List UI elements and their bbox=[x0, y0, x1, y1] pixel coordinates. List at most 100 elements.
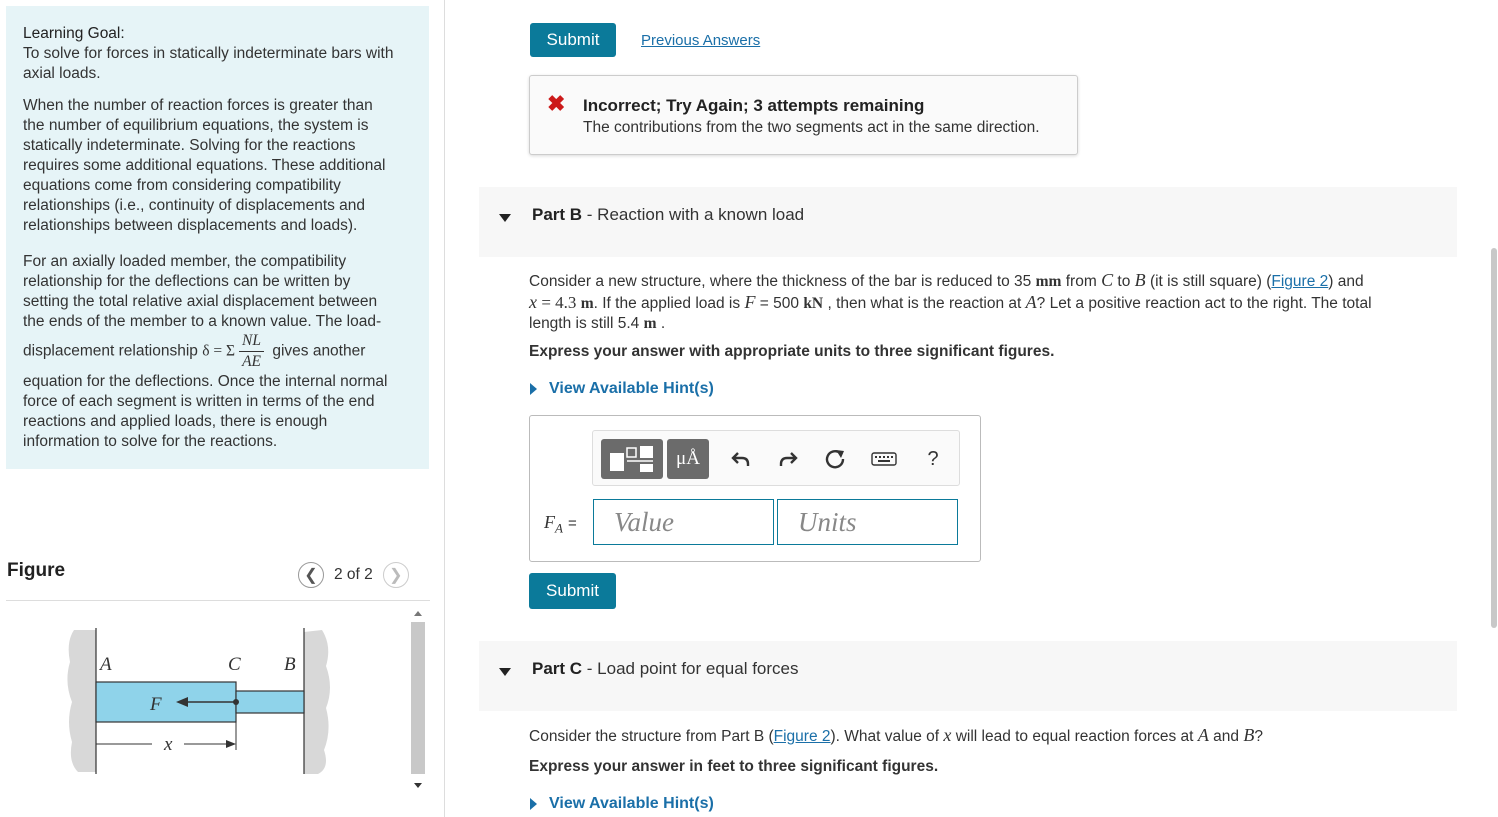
para3-line: equation for the deflections. Once the i… bbox=[23, 373, 388, 390]
feedback-box: ✖ Incorrect; Try Again; 3 attempts remai… bbox=[529, 75, 1078, 155]
scroll-down-icon bbox=[414, 782, 422, 788]
undo-icon[interactable] bbox=[727, 445, 755, 473]
q-text: ). What value of bbox=[830, 728, 940, 745]
left-wall bbox=[67, 630, 96, 772]
q-var: x bbox=[529, 292, 537, 312]
formula-prefix: displacement relationship bbox=[23, 342, 198, 360]
figure-title: Figure bbox=[7, 560, 66, 581]
label-b: B bbox=[284, 654, 296, 675]
page-scroll-up[interactable] bbox=[1490, 30, 1498, 38]
q-var: A bbox=[1197, 725, 1209, 745]
part-b-header[interactable]: Part B - Reaction with a known load bbox=[479, 187, 1457, 257]
q-text: = 500 bbox=[759, 295, 799, 312]
part-c-instruction: Express your answer in feet to three sig… bbox=[529, 758, 939, 775]
column-divider bbox=[444, 0, 445, 817]
hint-label: View Available Hint(s) bbox=[549, 380, 714, 397]
units-input[interactable] bbox=[778, 500, 957, 544]
caret-right-icon bbox=[530, 797, 537, 810]
part-b-label: Part B bbox=[532, 205, 583, 224]
para1-line: requires some additional equations. Thes… bbox=[23, 157, 386, 174]
q-text: to bbox=[1117, 273, 1131, 290]
figure-page-indicator: 2 of 2 bbox=[334, 566, 373, 583]
part-c-label: Part C bbox=[532, 659, 583, 678]
reset-icon[interactable] bbox=[821, 445, 849, 473]
units-button[interactable]: μÅ bbox=[667, 439, 709, 479]
q-text: ? bbox=[1254, 728, 1263, 745]
learning-goal-panel: Learning Goal: To solve for forces in st… bbox=[6, 6, 429, 469]
figure-2-link[interactable]: Figure 2 bbox=[1271, 273, 1328, 290]
label-a: A bbox=[98, 654, 112, 675]
learning-goal-line-2: axial loads. bbox=[23, 65, 101, 82]
para3-line: force of each segment is written in term… bbox=[23, 393, 375, 410]
part-b-submit-button[interactable]: Submit bbox=[529, 573, 616, 609]
q-unit: kN bbox=[803, 295, 824, 312]
q-text: ? Let a positive reaction act to the rig… bbox=[1036, 295, 1372, 312]
caret-right-icon bbox=[530, 382, 537, 395]
figure-next-button[interactable]: ❯ bbox=[382, 562, 409, 588]
learning-goal-line-1: To solve for forces in statically indete… bbox=[23, 45, 394, 62]
bar-thin-segment bbox=[235, 690, 305, 714]
q-text: Consider a new structure, where the thic… bbox=[529, 273, 1032, 290]
figure-pager: ❮ 2 of 2 ❯ bbox=[298, 562, 409, 588]
figure-scroll-up[interactable] bbox=[411, 606, 425, 620]
figure-2-link[interactable]: Figure 2 bbox=[774, 728, 831, 745]
feedback-title: Incorrect; Try Again; 3 attempts remaini… bbox=[583, 96, 925, 115]
value-input[interactable] bbox=[594, 500, 773, 544]
q-text: (it is still square) ( bbox=[1149, 273, 1272, 290]
previous-answers-link[interactable]: Previous Answers bbox=[641, 32, 760, 49]
q-text: , then what is the reaction at bbox=[827, 295, 1022, 312]
help-button[interactable]: ? bbox=[919, 445, 947, 473]
part-b-question: Consider a new structure, where the thic… bbox=[529, 270, 1454, 334]
q-var: x bbox=[943, 725, 952, 745]
math-toolbar: μÅ ? bbox=[592, 430, 960, 486]
redo-icon[interactable] bbox=[774, 445, 802, 473]
para2-line: setting the total relative axial displac… bbox=[23, 293, 378, 310]
q-var: C bbox=[1101, 270, 1114, 290]
feedback-message: The contributions from the two segments … bbox=[583, 119, 1040, 136]
page-scrollbar-thumb[interactable] bbox=[1491, 248, 1497, 628]
collapse-triangle-icon bbox=[499, 668, 511, 676]
error-x-icon: ✖ bbox=[547, 91, 566, 116]
q-var: F bbox=[744, 292, 756, 312]
value-field[interactable] bbox=[593, 499, 774, 545]
part-c-header[interactable]: Part C - Load point for equal forces bbox=[479, 641, 1457, 711]
figure-scroll-down[interactable] bbox=[411, 778, 425, 792]
part-b-hint-toggle[interactable]: View Available Hint(s) bbox=[530, 380, 714, 398]
figure-divider bbox=[6, 600, 430, 601]
q-text: ) and bbox=[1328, 273, 1364, 290]
label-f: F bbox=[149, 694, 162, 715]
q-text: Consider the structure from Part B ( bbox=[529, 728, 774, 745]
para3-line: information to solve for the reactions. bbox=[23, 433, 278, 450]
para1-line: relationships (i.e., continuity of displ… bbox=[23, 197, 366, 214]
q-text: from bbox=[1065, 273, 1097, 290]
figure-prev-button[interactable]: ❮ bbox=[298, 562, 324, 588]
chevron-left-icon: ❮ bbox=[304, 567, 318, 584]
part-b-instruction: Express your answer with appropriate uni… bbox=[529, 343, 1055, 360]
formula-fraction: NL AE bbox=[239, 331, 265, 372]
load-point bbox=[233, 699, 239, 705]
para1-line: equations come from considering compatib… bbox=[23, 177, 341, 194]
templates-button[interactable] bbox=[601, 439, 663, 479]
part-c-hint-toggle[interactable]: View Available Hint(s) bbox=[530, 795, 714, 813]
answer-var: F bbox=[544, 512, 555, 532]
q-text: = 4.3 bbox=[541, 293, 577, 312]
part-c-question: Consider the structure from Part B (Figu… bbox=[529, 725, 1263, 746]
q-unit: mm bbox=[1035, 273, 1062, 290]
bar-figure: A C B F x bbox=[67, 628, 330, 774]
templates-icon bbox=[610, 446, 653, 472]
formula-numerator: NL bbox=[239, 331, 265, 352]
q-text: will lead to equal reaction forces at bbox=[955, 728, 1194, 745]
para2-line: relationship for the deflections can be … bbox=[23, 273, 351, 290]
units-field[interactable] bbox=[777, 499, 958, 545]
q-text: . bbox=[660, 315, 666, 332]
label-c: C bbox=[228, 654, 241, 675]
label-x: x bbox=[163, 734, 173, 755]
para2-line: For an axially loaded member, the compat… bbox=[23, 253, 347, 270]
para1-line: When the number of reaction forces is gr… bbox=[23, 97, 373, 114]
part-a-submit-button[interactable]: Submit bbox=[530, 23, 616, 57]
part-c-title-text: - Load point for equal forces bbox=[582, 659, 799, 678]
answer-label: FA = bbox=[544, 512, 577, 537]
figure-scrollbar-thumb[interactable] bbox=[411, 622, 425, 774]
keyboard-icon[interactable] bbox=[869, 445, 899, 473]
formula-line: displacement relationship δ = Σ NL AE give… bbox=[23, 331, 413, 372]
